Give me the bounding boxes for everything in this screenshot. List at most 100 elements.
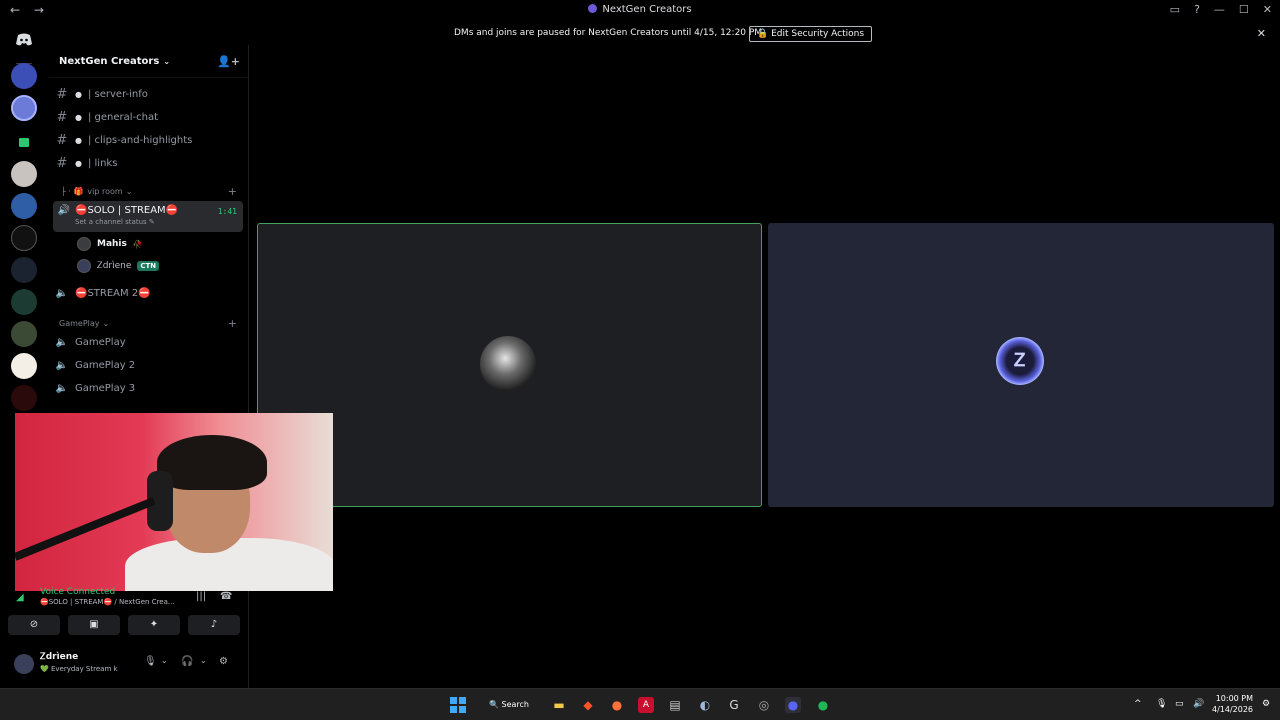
server-icon-cat[interactable] <box>11 161 37 187</box>
camera-off-button[interactable]: ⊘ <box>8 615 60 635</box>
server-icon-graph[interactable] <box>11 257 37 283</box>
volume-icon[interactable]: 🔊 <box>1193 699 1204 709</box>
steam-icon[interactable]: ◐ <box>697 697 713 713</box>
voice-user-name: Mahis <box>97 239 127 249</box>
voice-user-name: Ꮓdrìene <box>97 261 132 271</box>
app-a-icon[interactable]: A <box>638 697 654 713</box>
add-channel-icon[interactable]: + <box>228 185 237 198</box>
folder-icon[interactable] <box>11 130 37 156</box>
voice-channel-gameplay[interactable]: 🔈 GamePlay <box>49 331 245 353</box>
chevron-down-icon: ⌄ <box>102 319 110 328</box>
microphone-tray-icon[interactable]: 🎙 <box>1156 699 1167 709</box>
status-emoji-icon: 🥀 <box>132 239 143 249</box>
chevron-down-icon[interactable]: ⌄ <box>200 656 207 665</box>
server-icon-hex[interactable] <box>11 289 37 315</box>
voice-channel-solo-stream[interactable]: 🔊 ⛔SOLO | STREAM⛔ Set a channel status ✎… <box>53 201 243 232</box>
voice-channel-stream-2[interactable]: 🔈 ⛔STREAM 2⛔ <box>49 282 245 304</box>
chevron-up-icon[interactable]: ^ <box>1134 699 1142 709</box>
add-channel-icon[interactable]: + <box>228 317 237 330</box>
webcam-hair <box>157 435 267 490</box>
participant-tile[interactable]: Ꮓ <box>768 223 1274 507</box>
server-icon <box>588 4 598 13</box>
edit-security-label: Edit Security Actions <box>771 29 865 39</box>
discord-home-icon[interactable] <box>11 27 37 53</box>
g-hub-icon[interactable]: G <box>726 697 742 713</box>
soundboard-button[interactable]: ♪ <box>188 615 240 635</box>
app-circle-icon[interactable]: ◎ <box>756 697 772 713</box>
server-icon-blue[interactable] <box>11 193 37 219</box>
channel-label: | links <box>87 157 118 169</box>
user-name: Ꮓdrìene <box>40 652 79 662</box>
close-window-button[interactable]: ✕ <box>1263 3 1272 16</box>
server-icon-orange[interactable] <box>11 353 37 379</box>
maximize-button[interactable]: ☐ <box>1239 3 1249 16</box>
network-icon[interactable]: ▭ <box>1175 699 1184 709</box>
window-title-container: NextGen Creators <box>0 4 1280 15</box>
voice-channel-gameplay-3[interactable]: 🔈 GamePlay 3 <box>49 377 245 399</box>
activities-button[interactable]: ✦ <box>128 615 180 635</box>
channel-general-chat[interactable]: # ● | general-chat <box>49 106 245 128</box>
avatar <box>77 259 91 273</box>
help-icon[interactable]: ? <box>1194 3 1200 16</box>
signal-icon[interactable]: ◢ <box>16 592 24 603</box>
headphones-icon[interactable]: 🎧 <box>181 656 193 667</box>
discord-app: ← → NextGen Creators ▭ ? — ☐ ✕ DMs and j… <box>0 0 1280 688</box>
taskbar-search-label: Search <box>501 700 529 709</box>
server-name: NextGen Creators <box>59 55 160 67</box>
firefox-icon[interactable]: ● <box>609 697 625 713</box>
category-gameplay[interactable]: GamePlay ⌄ + <box>49 317 245 330</box>
server-icon-landscape[interactable] <box>11 321 37 347</box>
taskbar-clock[interactable]: 10:00 PM 4/14/2026 <box>1212 693 1253 715</box>
invite-people-icon[interactable]: 👤+ <box>217 55 240 68</box>
voice-connected-label: Voice Connected <box>40 587 116 597</box>
gear-icon[interactable]: ⚙ <box>219 656 228 667</box>
category-label: vip room <box>87 187 123 196</box>
hash-icon: # <box>56 155 68 171</box>
chat-bubble-icon: ● <box>75 112 82 122</box>
inbox-icon[interactable]: ▭ <box>1170 3 1180 16</box>
category-vip-room[interactable]: ├ · 🎁 vip room ⌄ + <box>49 185 245 198</box>
spotify-icon[interactable]: ● <box>815 697 831 713</box>
close-icon[interactable]: ✕ <box>1257 27 1266 40</box>
server-icon-character[interactable] <box>11 225 37 251</box>
notification-icon[interactable]: ⚙ <box>1262 699 1270 709</box>
windows-taskbar: 🔍 Search ▬ ◆ ● A ▤ ◐ G ◎ ● ● ^ 🎙 ▭ 🔊 10:… <box>0 688 1280 720</box>
channel-label: | general-chat <box>87 111 159 123</box>
brave-browser-icon[interactable]: ◆ <box>580 697 596 713</box>
voice-timer: 1:41 <box>217 207 237 216</box>
server-header[interactable]: NextGen Creators ⌄ 👤+ <box>49 45 248 78</box>
server-icon-nextgen[interactable] <box>11 63 37 89</box>
discord-taskbar-icon[interactable]: ● <box>785 697 801 713</box>
disconnect-icon[interactable]: ☎ <box>220 591 232 602</box>
chevron-down-icon: ⌄ <box>125 187 133 196</box>
chat-bubble-icon: ● <box>75 158 82 168</box>
screen-share-button[interactable]: ▣ <box>68 615 120 635</box>
channel-status-hint[interactable]: Set a channel status ✎ <box>75 218 178 226</box>
speaker-icon: 🔈 <box>55 359 69 371</box>
microphone-icon[interactable]: 🎙 <box>144 656 157 667</box>
voice-user-mahis[interactable]: Mahis 🥀 <box>77 237 143 251</box>
terminal-icon[interactable]: ▤ <box>667 697 683 713</box>
channel-clips-and-highlights[interactable]: # ● | clips-and-highlights <box>49 129 245 151</box>
noise-suppression-icon[interactable]: ||| <box>196 591 206 602</box>
file-explorer-icon[interactable]: ▬ <box>551 697 567 713</box>
chevron-down-icon[interactable]: ⌄ <box>161 656 168 665</box>
minimize-button[interactable]: — <box>1214 3 1225 16</box>
edit-security-actions-button[interactable]: 🔒 Edit Security Actions <box>749 26 873 42</box>
voice-location[interactable]: ⛔SOLO | STREAM⛔ / NextGen Crea... <box>40 598 175 606</box>
taskbar-search-button[interactable]: 🔍 Search <box>479 694 539 716</box>
channel-server-info[interactable]: # ● | server-info <box>49 83 245 105</box>
server-icon-smile[interactable] <box>11 95 37 121</box>
chat-bubble-icon: ● <box>75 89 82 99</box>
hash-icon: # <box>56 86 68 102</box>
voice-action-buttons: ⊘ ▣ ✦ ♪ <box>8 615 240 635</box>
voice-user-adriene[interactable]: Ꮓdrìene CTN <box>77 259 160 273</box>
clock-date: 4/14/2026 <box>1212 705 1254 714</box>
speaker-icon: 🔈 <box>55 287 69 299</box>
avatar[interactable] <box>14 654 34 674</box>
channel-links[interactable]: # ● | links <box>49 152 245 174</box>
windows-start-icon[interactable] <box>450 697 466 713</box>
gift-icon: ├ · 🎁 <box>61 187 84 196</box>
server-icon-red[interactable] <box>11 385 37 411</box>
voice-channel-gameplay-2[interactable]: 🔈 GamePlay 2 <box>49 354 245 376</box>
